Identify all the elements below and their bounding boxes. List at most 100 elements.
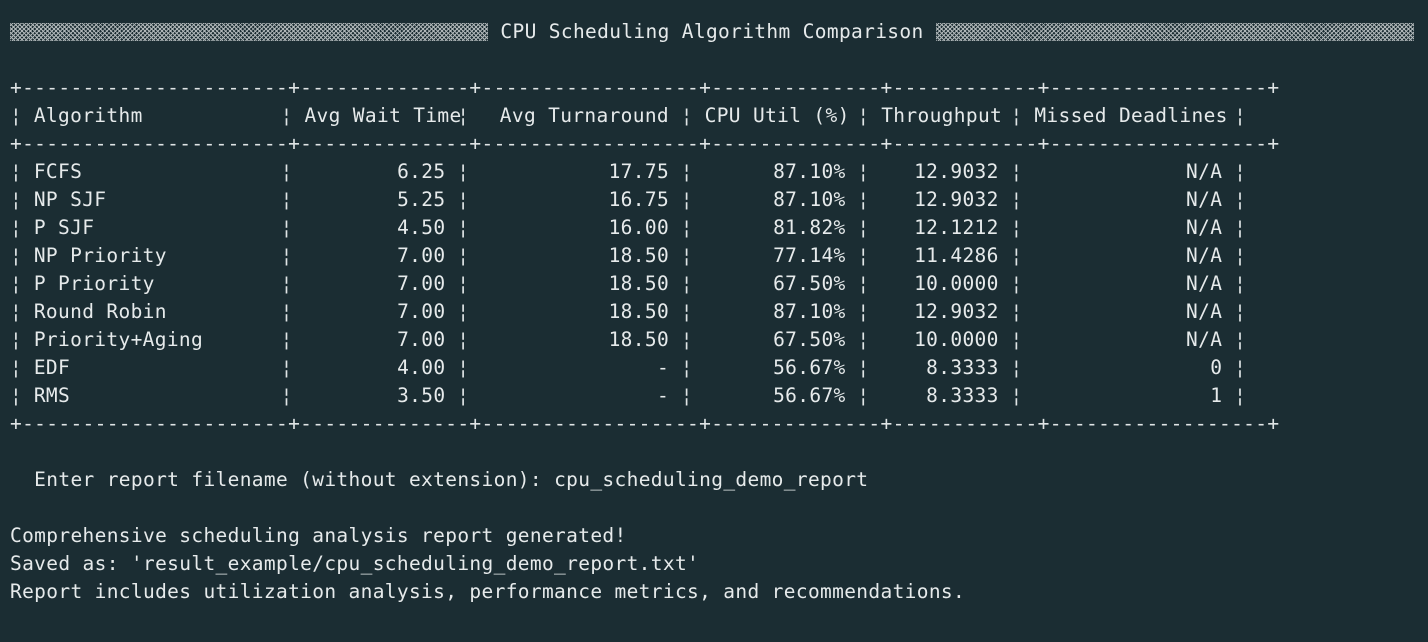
- column-separator: ¦: [857, 244, 870, 267]
- column-separator: ¦: [1234, 104, 1247, 127]
- table-cell: 87.10%: [773, 188, 846, 211]
- column-separator: ¦: [10, 328, 23, 351]
- column-separator: ¦: [457, 216, 470, 239]
- column-separator: ¦: [1010, 272, 1023, 295]
- table-row: ¦ Round Robin ¦ 7.00 ¦ 18.50 ¦ 87.10% ¦ 12.9032 ¦ N…: [10, 298, 1428, 326]
- table-cell: 16.75: [608, 188, 670, 211]
- column-separator: ¦: [680, 300, 693, 323]
- column-separator: ¦: [1234, 216, 1247, 239]
- table-cell: 18.50: [608, 272, 670, 295]
- table-row: ¦ P SJF ¦ 4.50 ¦ 16.00 ¦ 81.82% ¦ 12.1212 ¦ N/A ¦: [10, 214, 1428, 242]
- column-header: Avg Wait Time: [304, 104, 462, 127]
- table-cell: 18.50: [608, 300, 670, 323]
- column-separator: ¦: [10, 272, 23, 295]
- table-cell: 67.50%: [773, 272, 846, 295]
- column-separator: ¦: [10, 356, 23, 379]
- terminal-window[interactable]: CPU Scheduling Algorithm Comparison +---…: [0, 0, 1428, 642]
- column-header: Missed Deadlines: [1034, 104, 1228, 127]
- column-separator: ¦: [10, 384, 23, 407]
- page-title: CPU Scheduling Algorithm Comparison: [500, 20, 924, 43]
- table-cell: 1: [1210, 384, 1223, 407]
- column-separator: ¦: [10, 188, 23, 211]
- table-row: ¦ Priority+Aging ¦ 7.00 ¦ 18.50 ¦ 67.50% ¦ 10.000…: [10, 326, 1428, 354]
- column-header: Algorithm: [33, 104, 143, 127]
- column-separator: ¦: [1010, 328, 1023, 351]
- column-separator: ¦: [280, 300, 293, 323]
- column-separator: ¦: [857, 104, 870, 127]
- saved-path-message: Saved as: 'result_example/cpu_scheduling…: [10, 552, 700, 575]
- column-separator: ¦: [457, 328, 470, 351]
- table-cell: N/A: [1186, 188, 1223, 211]
- table-cell: N/A: [1186, 160, 1223, 183]
- table-cell: N/A: [1186, 216, 1223, 239]
- table-cell: 81.82%: [773, 216, 846, 239]
- column-separator: ¦: [457, 188, 470, 211]
- table-cell: 18.50: [608, 328, 670, 351]
- table-cell: 7.00: [397, 300, 446, 323]
- table-border: +----------------------+--------------+-…: [10, 76, 1280, 99]
- table-row: ¦ RMS ¦ 3.50 ¦ - ¦ 56.67% ¦ 8.3333 ¦ 1 ¦: [10, 382, 1428, 410]
- table-cell: N/A: [1186, 300, 1223, 323]
- column-separator: ¦: [680, 104, 693, 127]
- column-separator: ¦: [1010, 244, 1023, 267]
- column-separator: ¦: [1010, 356, 1023, 379]
- table-cell: 17.75: [608, 160, 670, 183]
- filename-prompt[interactable]: Enter report filename (without extension…: [10, 466, 1428, 494]
- table-cell: N/A: [1186, 244, 1223, 267]
- title-shade-left: [10, 23, 489, 41]
- column-separator: ¦: [1010, 188, 1023, 211]
- table-row: ¦ NP Priority ¦ 7.00 ¦ 18.50 ¦ 77.14% ¦ 11.4286 ¦ N…: [10, 242, 1428, 270]
- table-cell: 12.9032: [914, 188, 999, 211]
- column-separator: ¦: [680, 216, 693, 239]
- column-separator: ¦: [1010, 300, 1023, 323]
- table-cell: 77.14%: [773, 244, 846, 267]
- column-separator: ¦: [457, 272, 470, 295]
- table-cell: EDF: [33, 356, 71, 379]
- column-separator: ¦: [1234, 244, 1247, 267]
- column-separator: ¦: [680, 160, 693, 183]
- column-header: Avg Turnaround: [499, 104, 670, 127]
- table-cell: 10.0000: [914, 272, 999, 295]
- table-cell: 16.00: [608, 216, 670, 239]
- column-separator: ¦: [1010, 384, 1023, 407]
- column-separator: ¦: [857, 328, 870, 351]
- column-separator: ¦: [680, 356, 693, 379]
- column-separator: ¦: [857, 384, 870, 407]
- column-header: CPU Util (%): [704, 104, 850, 127]
- table-cell: 56.67%: [773, 356, 846, 379]
- table-cell: 6.25: [397, 160, 446, 183]
- column-separator: ¦: [680, 244, 693, 267]
- prompt-label: Enter report filename (without extension…: [10, 468, 555, 491]
- column-separator: ¦: [280, 104, 293, 127]
- table-cell: 0: [1210, 356, 1223, 379]
- report-info-message: Report includes utilization analysis, pe…: [10, 580, 966, 603]
- table-cell: 12.9032: [914, 160, 999, 183]
- table-cell: 7.00: [397, 272, 446, 295]
- table-cell: FCFS: [33, 160, 83, 183]
- column-separator: ¦: [457, 300, 470, 323]
- table-cell: 10.0000: [914, 328, 999, 351]
- column-separator: ¦: [280, 272, 293, 295]
- table-cell: 5.25: [397, 188, 446, 211]
- table-cell: 12.9032: [914, 300, 999, 323]
- column-separator: ¦: [1010, 104, 1023, 127]
- column-separator: ¦: [457, 244, 470, 267]
- filename-input-value[interactable]: cpu_scheduling_demo_report: [554, 468, 868, 491]
- column-separator: ¦: [457, 160, 470, 183]
- column-separator: ¦: [457, 356, 470, 379]
- table-cell: P Priority: [33, 272, 155, 295]
- column-separator: ¦: [857, 272, 870, 295]
- table-row: ¦ NP SJF ¦ 5.25 ¦ 16.75 ¦ 87.10% ¦ 12.9032 ¦ N/A ¦: [10, 186, 1428, 214]
- table-cell: 3.50: [397, 384, 446, 407]
- table-cell: 12.1212: [914, 216, 999, 239]
- column-separator: ¦: [857, 188, 870, 211]
- column-separator: ¦: [1234, 188, 1247, 211]
- column-separator: ¦: [680, 272, 693, 295]
- column-separator: ¦: [857, 356, 870, 379]
- column-separator: ¦: [457, 384, 470, 407]
- table-cell: RMS: [33, 384, 71, 407]
- results-table: +----------------------+--------------+-…: [10, 74, 1428, 438]
- column-separator: ¦: [1234, 272, 1247, 295]
